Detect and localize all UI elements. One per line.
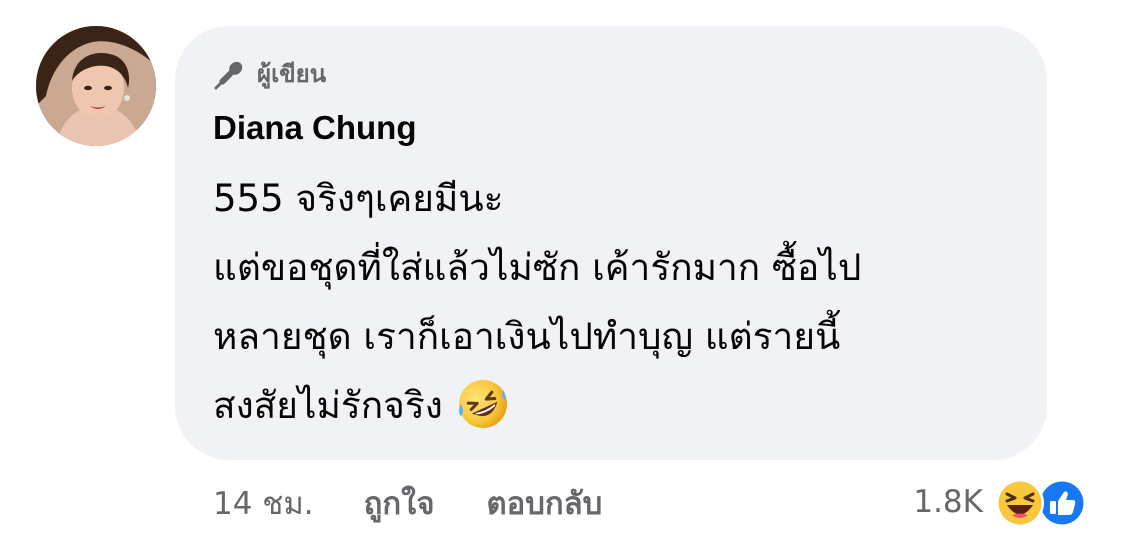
author-name[interactable]: Diana Chung — [213, 108, 417, 148]
comment-timestamp[interactable]: 14 ชม. — [213, 478, 314, 528]
comment-line: หลายชุด เราก็เอาเงินไปทำบุญ แต่รายนี้ — [213, 315, 841, 358]
author-badge-label: ผู้เขียน — [257, 60, 327, 88]
avatar-image — [36, 26, 156, 146]
comment-bubble: ผู้เขียน Diana Chung 555 จริงๆเคยมีนะ แต… — [175, 26, 1047, 460]
reaction-icons[interactable] — [995, 474, 1095, 530]
comment-actions: 14 ชม. ถูกใจ ตอบกลับ — [213, 478, 602, 528]
comment-line-last: สงสัยไม่รักจริง — [213, 371, 1013, 440]
like-button[interactable]: ถูกใจ — [364, 478, 435, 528]
comment-line: แต่ขอชุดที่ใส่แล้วไม่ซัก เค้ารักมาก ซื้อ… — [213, 246, 862, 289]
reply-button[interactable]: ตอบกลับ — [486, 478, 602, 528]
reaction-count[interactable]: 1.8K — [913, 484, 983, 520]
author-badge: ผู้เขียน — [213, 54, 326, 94]
comment-line: 555 จริงๆเคยมีนะ — [213, 177, 504, 220]
rofl-emoji-icon — [458, 380, 507, 428]
microphone-icon — [214, 61, 243, 90]
avatar[interactable] — [36, 26, 156, 146]
reaction-summary[interactable]: 1.8K — [913, 474, 1095, 530]
haha-reaction-icon — [996, 479, 1044, 527]
comment-line-text: สงสัยไม่รักจริง — [213, 384, 443, 427]
comment-text: 555 จริงๆเคยมีนะ แต่ขอชุดที่ใส่แล้วไม่ซั… — [213, 164, 1013, 440]
